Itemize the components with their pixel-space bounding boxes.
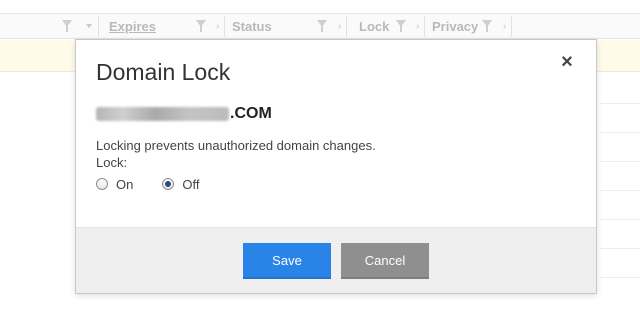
lock-on-radio[interactable] bbox=[96, 178, 108, 190]
column-header-lock[interactable]: Lock bbox=[359, 14, 389, 39]
filter-icon[interactable] bbox=[396, 20, 406, 32]
chevron-right-icon: › bbox=[216, 21, 220, 32]
lock-radio-group: On Off bbox=[96, 175, 199, 193]
lock-label: Lock: bbox=[96, 155, 128, 170]
column-header-privacy[interactable]: Privacy bbox=[432, 14, 478, 39]
close-icon[interactable]: × bbox=[558, 52, 576, 72]
page: Expires › Status › Lock › Privacy › Doma… bbox=[0, 0, 640, 319]
column-separator bbox=[346, 16, 347, 37]
chevron-right-icon: › bbox=[416, 21, 420, 32]
row-divider bbox=[600, 277, 640, 278]
row-divider bbox=[600, 103, 640, 104]
column-header-status[interactable]: Status bbox=[232, 14, 272, 39]
row-divider bbox=[600, 219, 640, 220]
row-divider bbox=[600, 132, 640, 133]
column-separator bbox=[424, 16, 425, 37]
lock-off-radio[interactable] bbox=[162, 178, 175, 190]
filter-icon[interactable] bbox=[196, 20, 206, 32]
row-divider bbox=[600, 248, 640, 249]
lock-on-label[interactable]: On bbox=[116, 177, 133, 192]
column-separator bbox=[224, 16, 225, 37]
filter-icon[interactable] bbox=[482, 20, 492, 32]
filter-icon[interactable] bbox=[317, 20, 327, 32]
filter-icon[interactable] bbox=[62, 20, 72, 32]
sort-arrow-icon[interactable] bbox=[86, 24, 92, 28]
row-divider bbox=[600, 190, 640, 191]
lock-off-option[interactable]: Off bbox=[162, 177, 199, 192]
column-separator bbox=[511, 16, 512, 37]
domain-tld: .COM bbox=[230, 105, 272, 122]
redacted-domain-name bbox=[96, 107, 229, 121]
dialog-title: Domain Lock bbox=[96, 59, 231, 85]
domain-lock-dialog: Domain Lock × .COM Locking prevents unau… bbox=[75, 39, 597, 294]
column-header-expires[interactable]: Expires bbox=[109, 14, 156, 39]
lock-description: Locking prevents unauthorized domain cha… bbox=[96, 138, 376, 153]
table-header: Expires › Status › Lock › Privacy › bbox=[0, 13, 640, 39]
lock-on-option[interactable]: On bbox=[96, 177, 133, 192]
cancel-button[interactable]: Cancel bbox=[341, 243, 429, 279]
row-divider bbox=[600, 161, 640, 162]
dialog-footer: Save Cancel bbox=[76, 227, 596, 293]
domain-name: .COM bbox=[96, 103, 272, 125]
column-separator bbox=[98, 16, 99, 37]
chevron-right-icon: › bbox=[503, 21, 507, 32]
chevron-right-icon: › bbox=[338, 21, 342, 32]
save-button[interactable]: Save bbox=[243, 243, 331, 279]
lock-off-label[interactable]: Off bbox=[182, 177, 199, 192]
